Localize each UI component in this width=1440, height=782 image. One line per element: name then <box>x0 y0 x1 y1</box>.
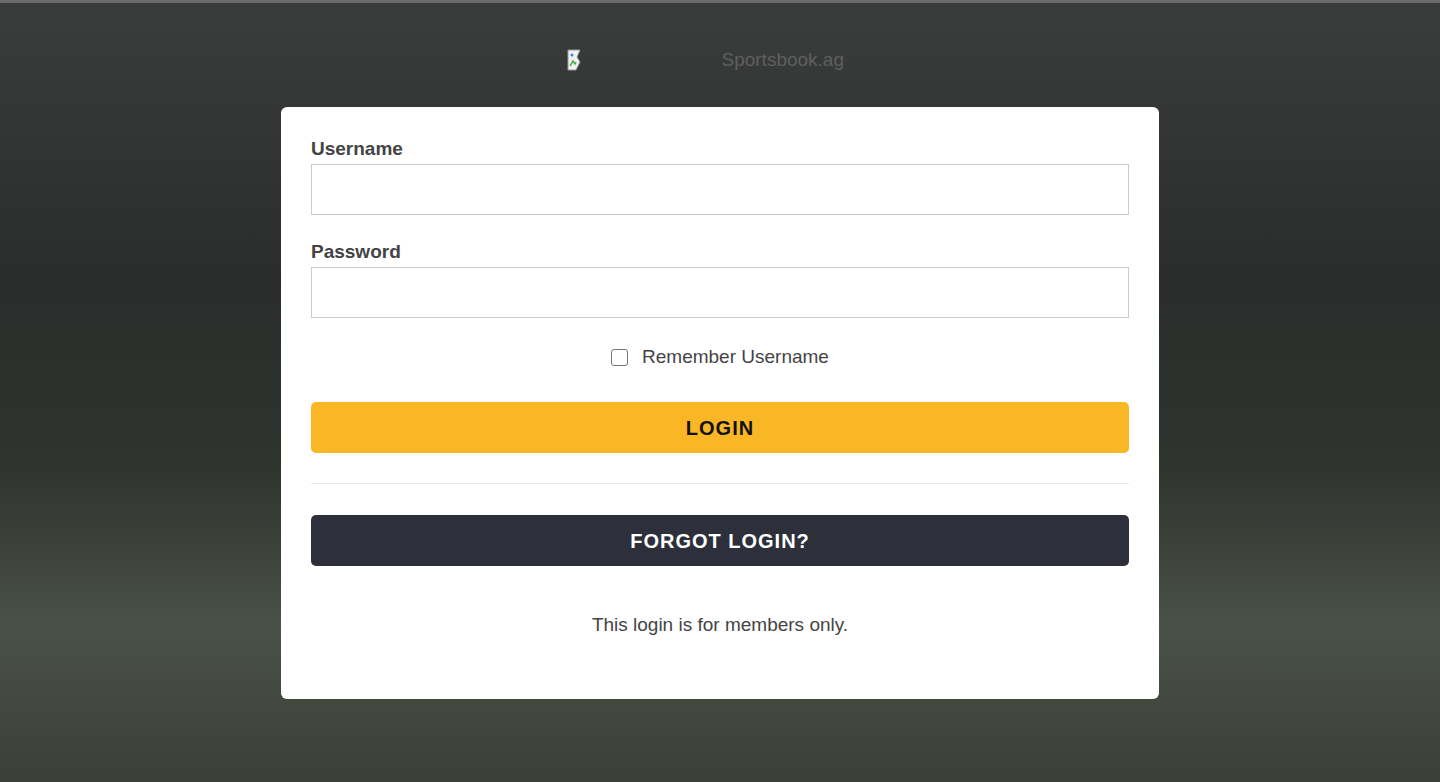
login-button[interactable]: LOGIN <box>311 402 1129 453</box>
form-field: Username <box>311 137 1129 215</box>
remember-label[interactable]: Remember Username <box>642 345 829 369</box>
logo-row: Sportsbook.ag <box>0 3 1440 73</box>
login-card: Username Password Remember Username LOGIN FO… <box>281 107 1159 699</box>
password-input[interactable] <box>311 267 1129 318</box>
remember-row[interactable]: Remember Username <box>311 344 1129 370</box>
logo-alt-text: Sportsbook.ag <box>721 47 846 73</box>
logo: Sportsbook.ag <box>566 47 846 73</box>
remember-checkbox[interactable] <box>611 349 628 366</box>
field-label: Username <box>311 137 1129 161</box>
login-page: Sportsbook.ag Username Password Remember Us… <box>0 0 1440 782</box>
top-edge <box>0 0 1440 3</box>
field-label: Password <box>311 240 1129 264</box>
forgot-login-button[interactable]: FORGOT LOGIN? <box>311 515 1129 566</box>
members-note: This login is for members only. <box>311 613 1129 637</box>
broken-image-icon <box>566 48 590 72</box>
form-field: Password <box>311 240 1129 318</box>
username-input[interactable] <box>311 164 1129 215</box>
divider <box>311 483 1129 484</box>
